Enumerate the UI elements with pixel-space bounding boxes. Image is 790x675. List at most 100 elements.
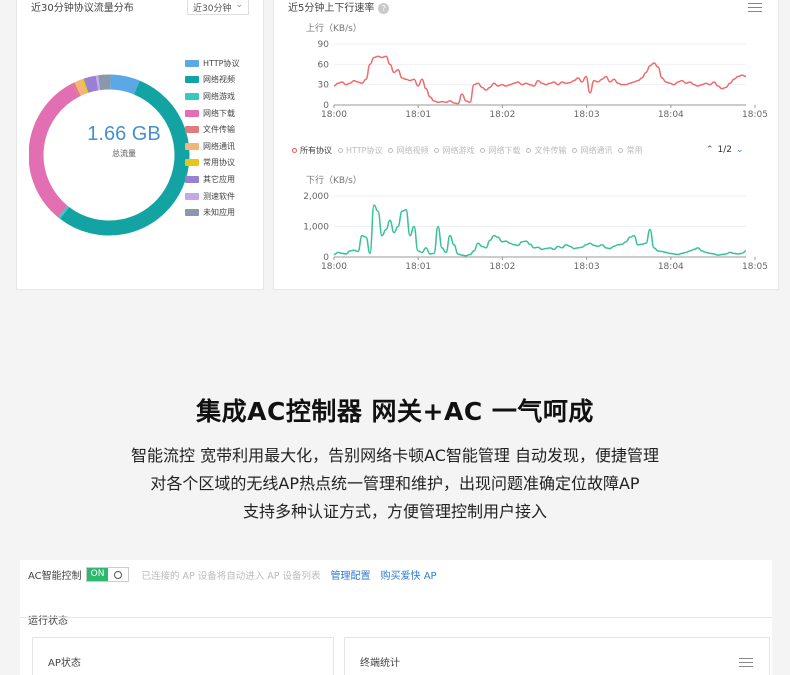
pie-slice[interactable] <box>98 74 111 91</box>
x-tick-label: 18:00 <box>321 262 347 272</box>
legend-label: 其它应用 <box>203 174 235 184</box>
legend-swatch <box>185 76 199 84</box>
series-dot <box>572 148 578 153</box>
donut-center: 1.66 GB 总流量 <box>47 123 201 159</box>
x-tick-label: 18:02 <box>489 262 515 272</box>
series-legend-item[interactable]: 所有协议 <box>292 145 332 156</box>
series-legend: 所有协议 HTTP协议 网络视频 网络游戏 网络下载 文件传输 网络通讯 常用 <box>292 145 648 156</box>
legend-label: 网络视频 <box>203 75 235 85</box>
menu-icon[interactable] <box>739 658 753 668</box>
feature-section: 集成AC控制器 网关+AC 一气呵成 智能流控 宽带利用最大化，告别网络卡顿AC… <box>0 330 790 550</box>
x-tick-label: 18:00 <box>321 110 347 120</box>
legend-label: 网络通讯 <box>203 141 235 151</box>
chevron-up-icon[interactable]: ⌃ <box>706 145 714 155</box>
legend-label: 文件传输 <box>203 125 235 135</box>
series-legend-item[interactable]: 网络通讯 <box>572 145 612 156</box>
manage-config-link[interactable]: 管理配置 <box>331 567 371 582</box>
y-tick-label: 2,000 <box>303 192 329 202</box>
legend-item[interactable]: 常用协议 <box>185 155 239 172</box>
pie-slice[interactable] <box>109 74 140 95</box>
pie-slice[interactable] <box>74 79 87 96</box>
series-dot <box>338 148 343 153</box>
legend-item[interactable]: 其它应用 <box>185 171 239 188</box>
legend-item[interactable]: 网络通讯 <box>185 138 239 155</box>
series-label: 网络视频 <box>396 146 429 155</box>
series-legend-item[interactable]: 常用 <box>618 145 642 156</box>
legend-pager: ⌃ 1/2 ⌄ <box>706 145 744 155</box>
total-traffic-value: 1.66 GB <box>87 123 161 145</box>
series-label: 网络游戏 <box>442 146 475 155</box>
series-legend-item[interactable]: 文件传输 <box>526 145 566 156</box>
help-icon[interactable]: ? <box>378 3 390 14</box>
rate-card-title: 近5分钟上下行速率? <box>288 0 390 14</box>
series-label: 所有协议 <box>300 146 332 155</box>
legend-label: 网络下载 <box>203 108 235 118</box>
y-tick-label: 1,000 <box>303 223 329 233</box>
legend-item[interactable]: 测速软件 <box>185 188 239 205</box>
legend-swatch <box>185 209 199 217</box>
legend-swatch <box>185 159 199 167</box>
legend-label: 常用协议 <box>203 158 235 168</box>
legend-item[interactable]: 网络游戏 <box>185 88 239 105</box>
legend-swatch <box>185 92 199 100</box>
legend-item[interactable]: 文件传输 <box>185 121 239 138</box>
series-legend-item[interactable]: 网络视频 <box>388 145 428 156</box>
legend-label: 网络游戏 <box>203 91 235 101</box>
series-line <box>333 55 747 105</box>
y-axis-label: 上行（KB/s） <box>306 22 362 34</box>
y-tick-label: 60 <box>318 60 330 70</box>
ac-hint-text: 已连接的 AP 设备将自动进入 AP 设备列表 <box>141 570 321 582</box>
pie-slice[interactable] <box>58 205 70 219</box>
rate-card-title-text: 近5分钟上下行速率 <box>288 3 375 14</box>
x-tick-label: 18:01 <box>405 110 431 120</box>
x-tick-label: 18:05 <box>742 110 768 120</box>
buy-ap-link[interactable]: 购买爱快 AP <box>381 567 437 582</box>
series-label: 网络通讯 <box>580 146 613 155</box>
toggle-knob <box>108 568 128 581</box>
dashboard-screenshot: 近30分钟协议流量分布 近30分钟 ⌄ 1.66 GB 总流量 HTTP协议 网络… <box>0 0 790 330</box>
pie-slice[interactable] <box>83 75 99 93</box>
toggle-on-label: ON <box>86 568 109 581</box>
series-label: HTTP协议 <box>346 146 383 155</box>
pie-slice[interactable] <box>72 82 81 97</box>
x-tick-label: 18:05 <box>742 262 768 272</box>
ac-control-label: AC智能控制 <box>28 571 82 582</box>
upload-rate-chart: 上行（KB/s）030609018:00 18:01 18:02 18:03 18:04… <box>306 22 768 120</box>
legend-item[interactable]: 网络下载 <box>185 105 239 122</box>
series-dot <box>526 148 532 153</box>
legend-item[interactable]: 未知应用 <box>185 204 239 221</box>
series-dot <box>480 148 486 153</box>
time-range-select[interactable]: 近30分钟 ⌄ <box>187 0 249 15</box>
legend-swatch <box>185 59 199 67</box>
rate-card: 近5分钟上下行速率? 上行（KB/s） 0 30 60 90 18:00 18:01 18:0… <box>273 0 779 290</box>
x-tick-label: 18:01 <box>405 262 431 272</box>
x-tick-label: 18:03 <box>574 110 600 120</box>
x-tick-label: 18:04 <box>658 262 684 272</box>
series-dot <box>388 148 394 153</box>
series-label: 文件传输 <box>534 146 567 155</box>
ac-toggle[interactable]: ON <box>85 567 130 582</box>
run-status-title: 运行状态 <box>28 616 68 627</box>
legend-item[interactable]: 网络视频 <box>185 72 239 89</box>
series-legend-item[interactable]: HTTP协议 <box>338 145 382 156</box>
legend-label: HTTP协议 <box>203 58 240 68</box>
series-legend-item[interactable]: 网络游戏 <box>434 145 474 156</box>
series-legend-item[interactable]: 网络下载 <box>480 145 520 156</box>
legend-item[interactable]: HTTP协议 <box>185 55 239 72</box>
time-range-value: 近30分钟 <box>193 4 232 14</box>
chevron-down-icon: ⌄ <box>235 0 243 10</box>
series-label: 常用 <box>626 146 643 155</box>
divider <box>20 617 772 618</box>
x-tick-label: 18:04 <box>658 110 684 120</box>
pager-text: 1/2 <box>717 145 733 155</box>
legend-swatch <box>185 109 199 117</box>
download-rate-chart: 下行（KB/s）01,0002,00018:00 18:01 18:02 18:03 1… <box>303 174 768 272</box>
y-tick-label: 90 <box>318 40 330 50</box>
y-tick-label: 30 <box>318 81 330 91</box>
pie-slice[interactable] <box>81 78 89 94</box>
menu-icon[interactable] <box>748 3 762 13</box>
ap-status-card: AP状态 <box>32 637 334 675</box>
x-tick-label: 18:03 <box>574 262 600 272</box>
series-dot <box>434 148 440 153</box>
chevron-down-icon[interactable]: ⌄ <box>736 145 744 155</box>
